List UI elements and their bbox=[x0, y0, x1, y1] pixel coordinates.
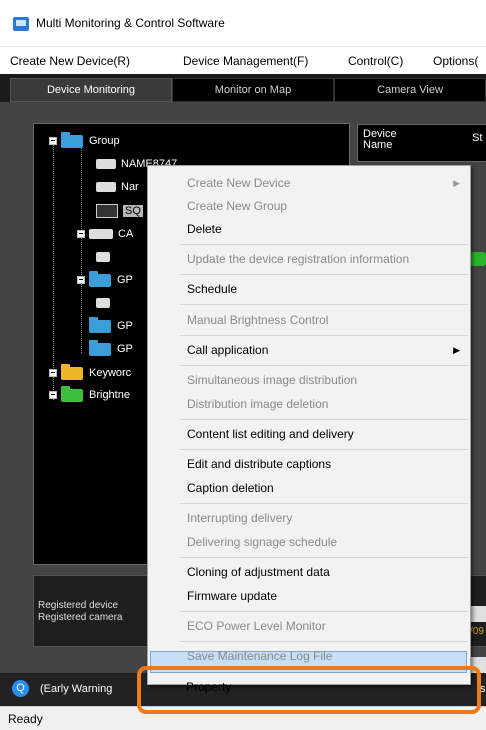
tree-label: Nar bbox=[121, 181, 139, 193]
tab-strip: Device Monitoring Monitor on Map Camera … bbox=[0, 78, 486, 102]
menu-bar: Create New Device(R) Device Management(F… bbox=[0, 46, 486, 75]
tree-item-leaf[interactable] bbox=[96, 248, 115, 266]
device-icon bbox=[96, 182, 116, 192]
tab-monitor-on-map[interactable]: Monitor on Map bbox=[172, 78, 334, 102]
folder-icon bbox=[61, 131, 83, 148]
menu-options[interactable]: Options( bbox=[433, 54, 478, 68]
tree-item-device[interactable]: Nar bbox=[96, 178, 139, 196]
tree-item-group[interactable]: Group bbox=[49, 131, 120, 150]
status-indicator bbox=[470, 252, 486, 266]
menu-control[interactable]: Control(C) bbox=[348, 54, 403, 68]
status-text: Ready bbox=[8, 712, 43, 726]
tree-label: SQ bbox=[123, 205, 143, 217]
device-grid-header: Device Name St bbox=[357, 124, 486, 162]
folder-icon bbox=[61, 363, 83, 380]
menu-item-call-application[interactable]: Call application bbox=[187, 343, 268, 357]
app-icon bbox=[13, 17, 29, 31]
title-bar: Multi Monitoring & Control Software bbox=[0, 0, 486, 46]
tree-item-leaf[interactable] bbox=[96, 294, 115, 312]
menu-item-save-log[interactable]: Save Maintenance Log File bbox=[187, 649, 332, 663]
tree-item-brightness[interactable]: Brightne bbox=[49, 385, 130, 404]
menu-item-update-registration[interactable]: Update the device registration informati… bbox=[187, 252, 409, 266]
device-icon bbox=[96, 252, 110, 262]
column-header-status[interactable]: St bbox=[472, 133, 482, 144]
menu-item-delete[interactable]: Delete bbox=[187, 222, 222, 236]
registered-cameras-label: Registered camera bbox=[38, 612, 123, 623]
search-icon[interactable]: Q bbox=[12, 680, 29, 697]
menu-device-management[interactable]: Device Management(F) bbox=[183, 54, 308, 68]
side-field bbox=[470, 606, 486, 622]
tree-label: CA bbox=[118, 228, 134, 240]
tree-label: GP bbox=[117, 320, 133, 332]
menu-item-signage-schedule[interactable]: Delivering signage schedule bbox=[187, 535, 337, 549]
collapse-icon[interactable] bbox=[77, 230, 85, 238]
folder-icon bbox=[89, 316, 111, 333]
tree-label: GP bbox=[117, 343, 133, 355]
collapse-icon[interactable] bbox=[77, 276, 85, 284]
device-icon bbox=[96, 159, 116, 169]
menu-item-manual-brightness[interactable]: Manual Brightness Control bbox=[187, 313, 328, 327]
menu-item-distribution-deletion[interactable]: Distribution image deletion bbox=[187, 397, 328, 411]
device-icon bbox=[96, 298, 110, 308]
tree-label: GP bbox=[117, 274, 133, 286]
menu-create-new-device[interactable]: Create New Device(R) bbox=[10, 54, 130, 68]
expand-icon[interactable] bbox=[49, 369, 57, 377]
folder-icon bbox=[61, 385, 83, 402]
tab-device-monitoring[interactable]: Device Monitoring bbox=[10, 78, 172, 102]
tree-item-gp[interactable]: GP bbox=[89, 339, 133, 358]
tree-label: Brightne bbox=[89, 389, 130, 401]
tree-item-selected[interactable]: SQ bbox=[96, 202, 143, 220]
tree-item-gp[interactable]: GP bbox=[77, 270, 133, 289]
menu-item-create-new-device[interactable]: Create New Device bbox=[187, 176, 290, 190]
menu-item-create-new-group[interactable]: Create New Group bbox=[187, 199, 287, 213]
menu-item-eco-power[interactable]: ECO Power Level Monitor bbox=[187, 619, 326, 633]
folder-icon bbox=[89, 270, 111, 287]
menu-item-interrupting-delivery[interactable]: Interrupting delivery bbox=[187, 511, 292, 525]
tab-camera-view[interactable]: Camera View bbox=[334, 78, 486, 102]
submenu-arrow-icon: ▶ bbox=[453, 345, 460, 355]
device-icon bbox=[89, 229, 113, 239]
submenu-arrow-icon: ▶ bbox=[453, 178, 460, 188]
folder-icon bbox=[89, 339, 111, 356]
menu-item-simultaneous-image[interactable]: Simultaneous image distribution bbox=[187, 373, 357, 387]
menu-item-content-list[interactable]: Content list editing and delivery bbox=[187, 427, 354, 441]
monitor-icon bbox=[96, 204, 118, 218]
collapse-icon[interactable] bbox=[49, 137, 57, 145]
date-fragment: /09 bbox=[470, 626, 484, 637]
menu-item-caption-deletion[interactable]: Caption deletion bbox=[187, 481, 274, 495]
expand-icon[interactable] bbox=[49, 391, 57, 399]
tree-item-keyword[interactable]: Keyworc bbox=[49, 363, 132, 382]
tree-item-ca[interactable]: CA bbox=[77, 225, 133, 243]
window-title: Multi Monitoring & Control Software bbox=[36, 16, 225, 30]
tree-label: Keyworc bbox=[89, 367, 132, 379]
menu-item-firmware-update[interactable]: Firmware update bbox=[187, 589, 277, 603]
menu-item-property[interactable]: Property bbox=[186, 680, 231, 694]
early-warning-label[interactable]: (Early Warning bbox=[40, 683, 112, 695]
column-header-device[interactable]: Device Name bbox=[363, 129, 397, 151]
menu-item-schedule[interactable]: Schedule bbox=[187, 282, 237, 296]
menu-item-edit-captions[interactable]: Edit and distribute captions bbox=[187, 457, 331, 471]
menu-item-cloning[interactable]: Cloning of adjustment data bbox=[187, 565, 330, 579]
tree-label: Group bbox=[89, 135, 120, 147]
registered-devices-label: Registered device bbox=[38, 600, 119, 611]
tree-item-gp[interactable]: GP bbox=[89, 316, 133, 335]
context-menu: Create New Device ▶ Create New Group Del… bbox=[147, 165, 471, 685]
